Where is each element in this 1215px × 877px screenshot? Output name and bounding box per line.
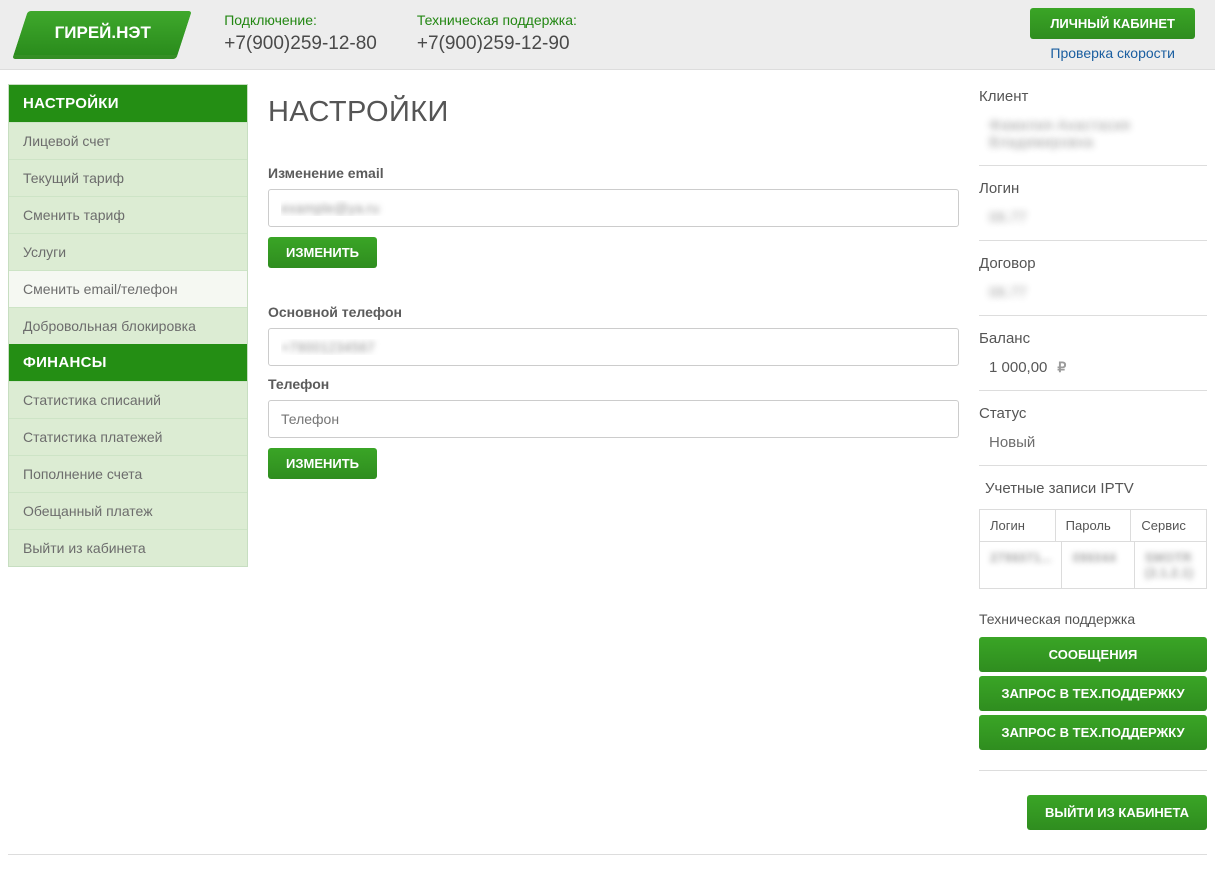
main-phone-input[interactable] <box>268 328 959 366</box>
balance-value: 1 000,00 <box>989 359 1047 376</box>
email-form: Изменение email ИЗМЕНИТЬ <box>268 165 959 268</box>
sidebar-item[interactable]: Услуги <box>9 233 247 270</box>
ruble-icon: ₽ <box>1057 359 1066 376</box>
balance-label: Баланс <box>979 330 1207 359</box>
connect-block: Подключение: +7(900)259-12-80 <box>224 11 377 57</box>
cabinet-button[interactable]: ЛИЧНЫЙ КАБИНЕТ <box>1030 8 1195 39</box>
speed-check-link[interactable]: Проверка скорости <box>1050 45 1174 61</box>
footer-divider <box>8 854 1207 855</box>
sidebar: НАСТРОЙКИЛицевой счетТекущий тарифСменит… <box>8 84 248 830</box>
contract-value: 06.77 <box>979 284 1207 316</box>
page-title: НАСТРОЙКИ <box>268 96 959 129</box>
sidebar-item[interactable]: Текущий тариф <box>9 159 247 196</box>
tech-support-label: Техническая поддержка <box>979 611 1207 627</box>
change-phone-button[interactable]: ИЗМЕНИТЬ <box>268 448 377 479</box>
sidebar-item[interactable]: Статистика платежей <box>9 418 247 455</box>
email-label: Изменение email <box>268 165 959 181</box>
info-sidebar: Клиент Фамилия Анастасия Владимировна Ло… <box>979 84 1207 830</box>
phone-form: Основной телефон Телефон ИЗМЕНИТЬ <box>268 304 959 479</box>
ticket-button-2[interactable]: ЗАПРОС В ТЕХ.ПОДДЕРЖКУ <box>979 715 1207 750</box>
logout-button[interactable]: ВЫЙТИ ИЗ КАБИНЕТА <box>1027 795 1207 830</box>
contract-label: Договор <box>979 255 1207 284</box>
client-label: Клиент <box>979 88 1207 117</box>
status-value: Новый <box>979 434 1207 466</box>
main-content: НАСТРОЙКИ Изменение email ИЗМЕНИТЬ Основ… <box>262 84 965 830</box>
support-label: Техническая поддержка: <box>417 11 577 31</box>
iptv-cell: 2796071... <box>980 542 1061 588</box>
divider <box>979 770 1207 771</box>
support-block: Техническая поддержка: +7(900)259-12-90 <box>417 11 577 57</box>
client-value: Фамилия Анастасия Владимировна <box>979 117 1207 166</box>
iptv-cell: 096044 <box>1061 542 1133 588</box>
sidebar-header: НАСТРОЙКИ <box>9 85 247 122</box>
support-phone: +7(900)259-12-90 <box>417 31 577 58</box>
iptv-header-cell: Пароль <box>1055 510 1131 541</box>
sidebar-item[interactable]: Обещанный платеж <box>9 492 247 529</box>
sidebar-item[interactable]: Статистика списаний <box>9 381 247 418</box>
top-right: ЛИЧНЫЙ КАБИНЕТ Проверка скорости <box>1030 8 1195 61</box>
sidebar-item[interactable]: Выйти из кабинета <box>9 529 247 566</box>
brand-text: ГИРЕЙ.НЭТ <box>55 23 151 43</box>
sidebar-item[interactable]: Добровольная блокировка <box>9 307 247 344</box>
iptv-label: Учетные записи IPTV <box>979 480 1207 509</box>
iptv-cell: SMOTR (2.1.2.1) <box>1134 542 1206 588</box>
sidebar-item[interactable]: Сменить email/телефон <box>9 270 247 307</box>
phone-label: Телефон <box>268 376 959 392</box>
connect-label: Подключение: <box>224 11 377 31</box>
connect-phone: +7(900)259-12-80 <box>224 31 377 58</box>
sidebar-header: ФИНАНСЫ <box>9 344 247 381</box>
sidebar-item[interactable]: Пополнение счета <box>9 455 247 492</box>
brand-logo[interactable]: ГИРЕЙ.НЭТ <box>12 11 192 59</box>
main-phone-label: Основной телефон <box>268 304 959 320</box>
topbar: ГИРЕЙ.НЭТ Подключение: +7(900)259-12-80 … <box>0 0 1215 70</box>
sidebar-item[interactable]: Сменить тариф <box>9 196 247 233</box>
ticket-button-1[interactable]: ЗАПРОС В ТЕХ.ПОДДЕРЖКУ <box>979 676 1207 711</box>
iptv-table: ЛогинПарольСервис 2796071...096044SMOTR … <box>979 509 1207 589</box>
status-label: Статус <box>979 405 1207 434</box>
change-email-button[interactable]: ИЗМЕНИТЬ <box>268 237 377 268</box>
messages-button[interactable]: СООБЩЕНИЯ <box>979 637 1207 672</box>
iptv-header-cell: Сервис <box>1130 510 1206 541</box>
sidebar-item[interactable]: Лицевой счет <box>9 122 247 159</box>
iptv-header-cell: Логин <box>980 510 1055 541</box>
login-value: 06.77 <box>979 209 1207 241</box>
login-label: Логин <box>979 180 1207 209</box>
phone-input[interactable] <box>268 400 959 438</box>
email-input[interactable] <box>268 189 959 227</box>
